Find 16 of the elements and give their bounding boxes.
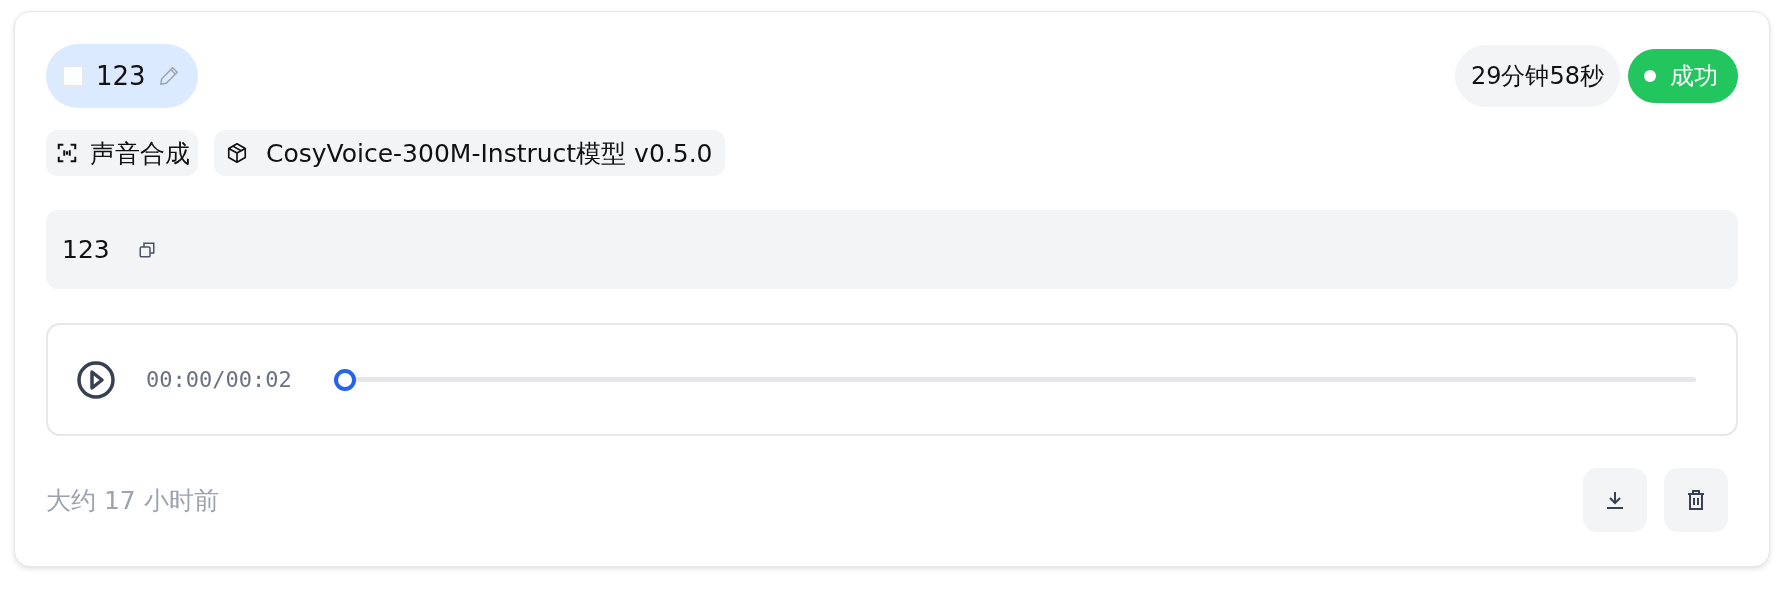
task-title: 123	[96, 61, 146, 91]
delete-button[interactable]	[1664, 468, 1728, 532]
cube-icon	[226, 142, 248, 164]
slider-thumb[interactable]	[333, 368, 356, 391]
play-icon[interactable]	[76, 359, 116, 400]
status-badge: 成功	[1628, 49, 1738, 103]
duration-badge: 29分钟58秒	[1454, 45, 1620, 107]
tag-label: 声音合成	[90, 137, 190, 170]
progress-slider[interactable]	[333, 368, 1696, 391]
checkbox[interactable]	[62, 65, 84, 87]
created-time: 大约 17 小时前	[46, 484, 219, 517]
copy-icon[interactable]	[137, 240, 156, 259]
scan-icon	[56, 142, 78, 164]
playback-time: 00:00/00:02	[146, 367, 292, 392]
input-text: 123	[62, 235, 110, 264]
tag-label: CosyVoice-300M-Instruct模型 v0.5.0	[266, 137, 713, 170]
